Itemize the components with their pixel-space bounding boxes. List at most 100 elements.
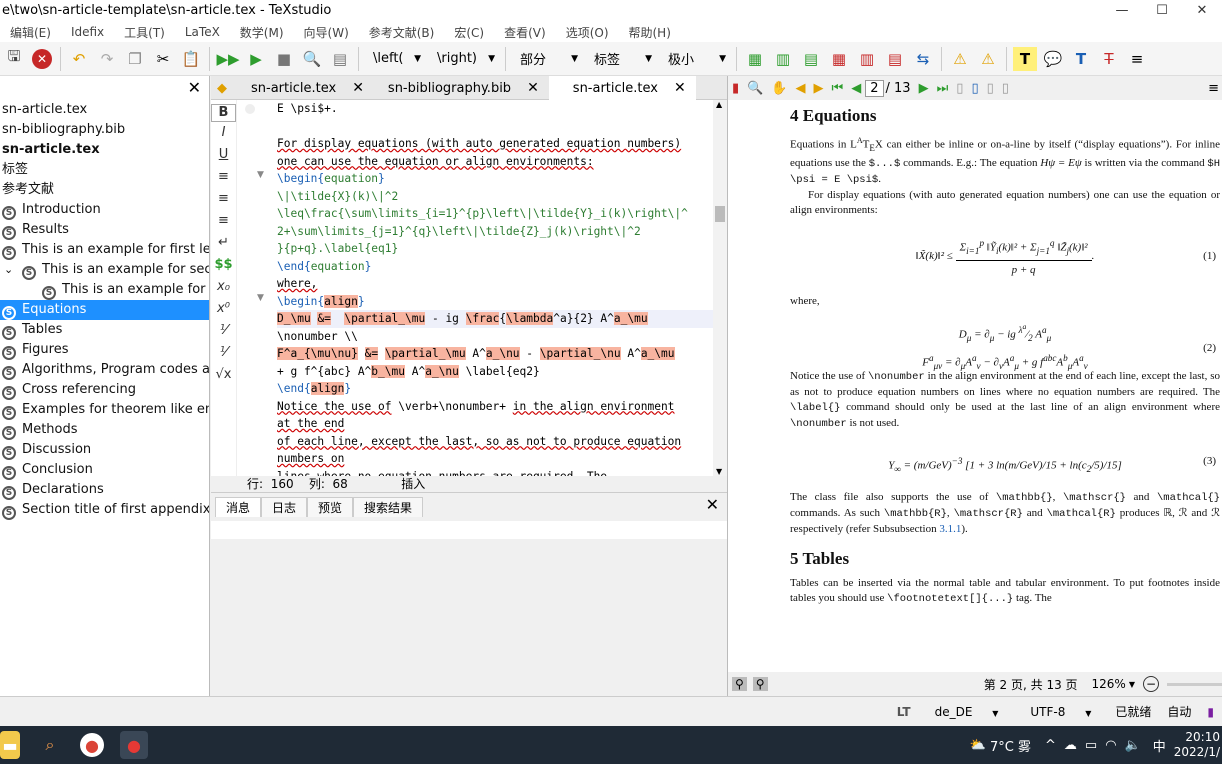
facing-icon[interactable]: ▯ (987, 81, 994, 96)
tab-preview[interactable]: 预览 (307, 497, 354, 517)
close-icon[interactable]: ✕ (674, 80, 686, 96)
ime-indicator[interactable]: 中 (1153, 736, 1166, 755)
fold-icon[interactable]: ▼ (257, 293, 264, 303)
right-delimiter-combo[interactable]: \right) ▼ (429, 48, 499, 70)
encoding-selector[interactable]: UTF-8 ▼ (1022, 705, 1099, 719)
log-icon[interactable]: ▤ (328, 47, 352, 71)
editor-scrollbar[interactable]: ▲ ▼ (713, 100, 727, 476)
clock[interactable]: 20:10 2022/1/ (1174, 730, 1220, 760)
fold-icon[interactable]: ▼ (257, 170, 264, 180)
weather-icon[interactable]: ⛅ (970, 738, 986, 753)
menu-macros[interactable]: 宏(C) (444, 24, 494, 41)
close-icon[interactable]: ✕ (188, 78, 201, 97)
page-input[interactable]: 2 (865, 79, 884, 97)
strikethrough-icon[interactable]: T (1097, 47, 1121, 71)
tab-log[interactable]: 日志 (261, 497, 308, 517)
tree-item[interactable]: S Declarations (0, 480, 209, 500)
zoom-slider[interactable] (1167, 682, 1222, 686)
fit-icon[interactable]: ▯ (1002, 81, 1009, 96)
math-mode-icon[interactable]: $$ (211, 254, 236, 276)
align-left-icon[interactable]: ≡ (211, 166, 236, 188)
bookmark-status-icon[interactable]: ▮ (1207, 705, 1214, 719)
text-highlight-icon[interactable]: T (1013, 46, 1037, 71)
menu-wizards[interactable]: 向导(W) (294, 24, 359, 41)
scroll-up-icon[interactable]: ▲ (716, 100, 722, 109)
dfrac-icon[interactable]: ⅟ (211, 342, 236, 364)
search-icon[interactable]: ⌕ (36, 731, 64, 759)
last-page-icon[interactable]: ⏭ (937, 81, 949, 96)
tree-item[interactable]: ⌄ S This is an example for sec... (0, 260, 209, 280)
display-icon[interactable]: ▭ (1085, 738, 1097, 753)
sqrt-icon[interactable]: √x (211, 364, 236, 386)
menu-icon[interactable]: ≡ (1208, 81, 1219, 96)
tab-sn-bibliography[interactable]: sn-bibliography.bib ✕ (374, 76, 549, 100)
delete-table-icon[interactable]: ▤ (883, 47, 907, 71)
texstudio-icon[interactable]: ● (120, 731, 148, 759)
minimize-button[interactable]: — (1102, 0, 1142, 22)
menu-math[interactable]: 数学(M) (230, 24, 294, 41)
sync-icon[interactable]: ⚲ (732, 677, 747, 691)
single-page-icon[interactable]: ▯ (956, 81, 963, 96)
cloud-icon[interactable]: ☁ (1064, 738, 1077, 753)
tree-item[interactable]: sn-bibliography.bib (0, 120, 209, 140)
menu-options[interactable]: 选项(O) (556, 24, 619, 41)
tree-item[interactable]: S Methods (0, 420, 209, 440)
tree-item[interactable]: S Tables (0, 320, 209, 340)
bookmark-icon[interactable] (245, 104, 255, 114)
wifi-icon[interactable]: ◠ (1105, 738, 1116, 753)
tree-item[interactable]: S This is an example for ... (0, 280, 209, 300)
undo-icon[interactable]: ↶ (67, 47, 91, 71)
tab-sn-article[interactable]: ◆ sn-article.tex ✕ (211, 76, 374, 100)
tree-item[interactable]: S Equations (0, 300, 209, 320)
menu-tools[interactable]: 工具(T) (114, 24, 175, 41)
weather-text[interactable]: 7°C 雾 (990, 736, 1031, 755)
warning-icon[interactable]: ⚠ (948, 47, 972, 71)
tree-item[interactable]: S Examples for theorem like en... (0, 400, 209, 420)
prev-icon[interactable]: ◀ (796, 81, 806, 96)
menu-view[interactable]: 查看(V) (494, 24, 556, 41)
tab-nav-icon[interactable]: ◆ (217, 81, 227, 96)
menu-bibliography[interactable]: 参考文献(B) (359, 24, 445, 41)
more-icon[interactable]: ≡ (1125, 47, 1149, 71)
table-icon[interactable]: ▦ (743, 47, 767, 71)
tree-item[interactable]: sn-article.tex (0, 100, 209, 120)
close-icon[interactable]: ✕ (352, 80, 364, 96)
maximize-button[interactable]: ☐ (1142, 0, 1182, 22)
close-document-icon[interactable]: ✕ (30, 47, 54, 71)
menu-edit[interactable]: 编辑(E) (0, 24, 61, 41)
tree-item[interactable]: 参考文献 (0, 180, 209, 200)
zoom-out-icon[interactable]: − (1143, 676, 1159, 692)
table-align-icon[interactable]: ▤ (799, 47, 823, 71)
stop-icon[interactable]: ■ (272, 47, 296, 71)
chevron-down-icon[interactable]: ▼ (1129, 680, 1135, 689)
bold-icon[interactable]: B (211, 104, 236, 122)
tab-search-results[interactable]: 搜索结果 (353, 497, 424, 517)
copy-icon[interactable]: ❐ (123, 47, 147, 71)
zoom-level[interactable]: 126% (1092, 677, 1126, 691)
comment-icon[interactable]: 💬 (1041, 47, 1065, 71)
italic-icon[interactable]: I (211, 122, 236, 144)
remove-row-icon[interactable]: ▦ (827, 47, 851, 71)
code-editor[interactable]: E \psi$+. For display equations (with au… (277, 100, 713, 476)
tab-messages[interactable]: 消息 (215, 497, 262, 517)
cut-icon[interactable]: ✂ (151, 47, 175, 71)
build-view-icon[interactable]: ▶▶ (216, 47, 240, 71)
align-right-icon[interactable]: ≡ (211, 210, 236, 232)
volume-icon[interactable]: 🔈 (1125, 738, 1141, 753)
tray-chevron-icon[interactable]: ^ (1045, 738, 1056, 753)
tree-item[interactable]: S Discussion (0, 440, 209, 460)
chrome-icon[interactable]: ● (80, 733, 104, 757)
newline-icon[interactable]: ↵ (211, 232, 236, 254)
menu-help[interactable]: 帮助(H) (619, 24, 681, 41)
continuous-icon[interactable]: ▯ (971, 81, 978, 96)
prev-page-icon[interactable]: ◀ (851, 81, 861, 96)
superscript-icon[interactable]: x⁰ (211, 298, 236, 320)
subscript-icon[interactable]: x₀ (211, 276, 236, 298)
tree-item[interactable]: S Section title of first appendix (0, 500, 209, 520)
menu-latex[interactable]: LaTeX (175, 25, 230, 39)
remove-column-icon[interactable]: ▥ (855, 47, 879, 71)
language-selector[interactable]: de_DE ▼ (927, 705, 1007, 719)
tree-item[interactable]: S Figures (0, 340, 209, 360)
align-columns-icon[interactable]: ⇆ (911, 47, 935, 71)
next-icon[interactable]: ▶ (814, 81, 824, 96)
